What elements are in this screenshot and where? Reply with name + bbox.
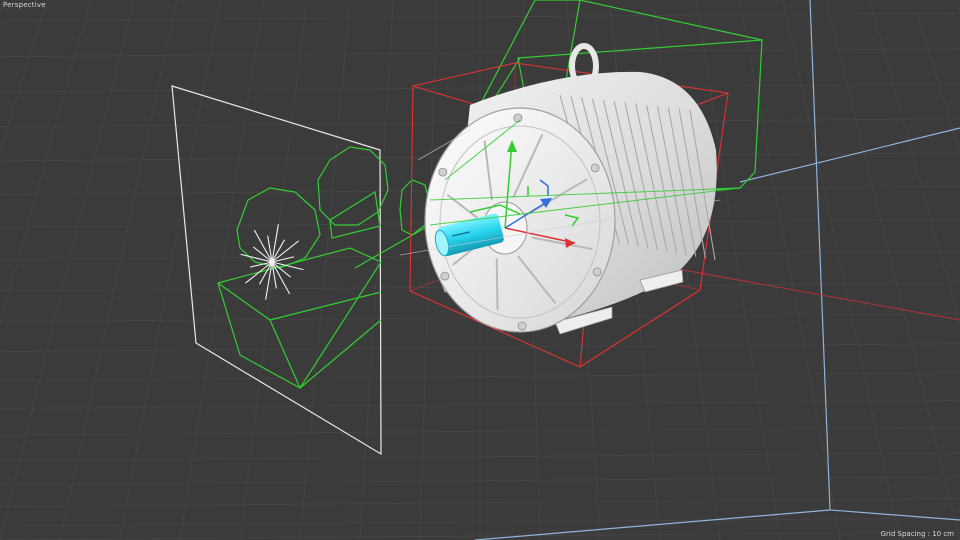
scene-canvas[interactable] — [0, 0, 960, 540]
perspective-viewport[interactable]: Perspective Grid Spacing : 10 cm — [0, 0, 960, 540]
grid-spacing-readout: Grid Spacing : 10 cm — [880, 530, 954, 538]
viewport-label: Perspective — [3, 1, 46, 9]
motor-model[interactable] — [424, 43, 717, 335]
